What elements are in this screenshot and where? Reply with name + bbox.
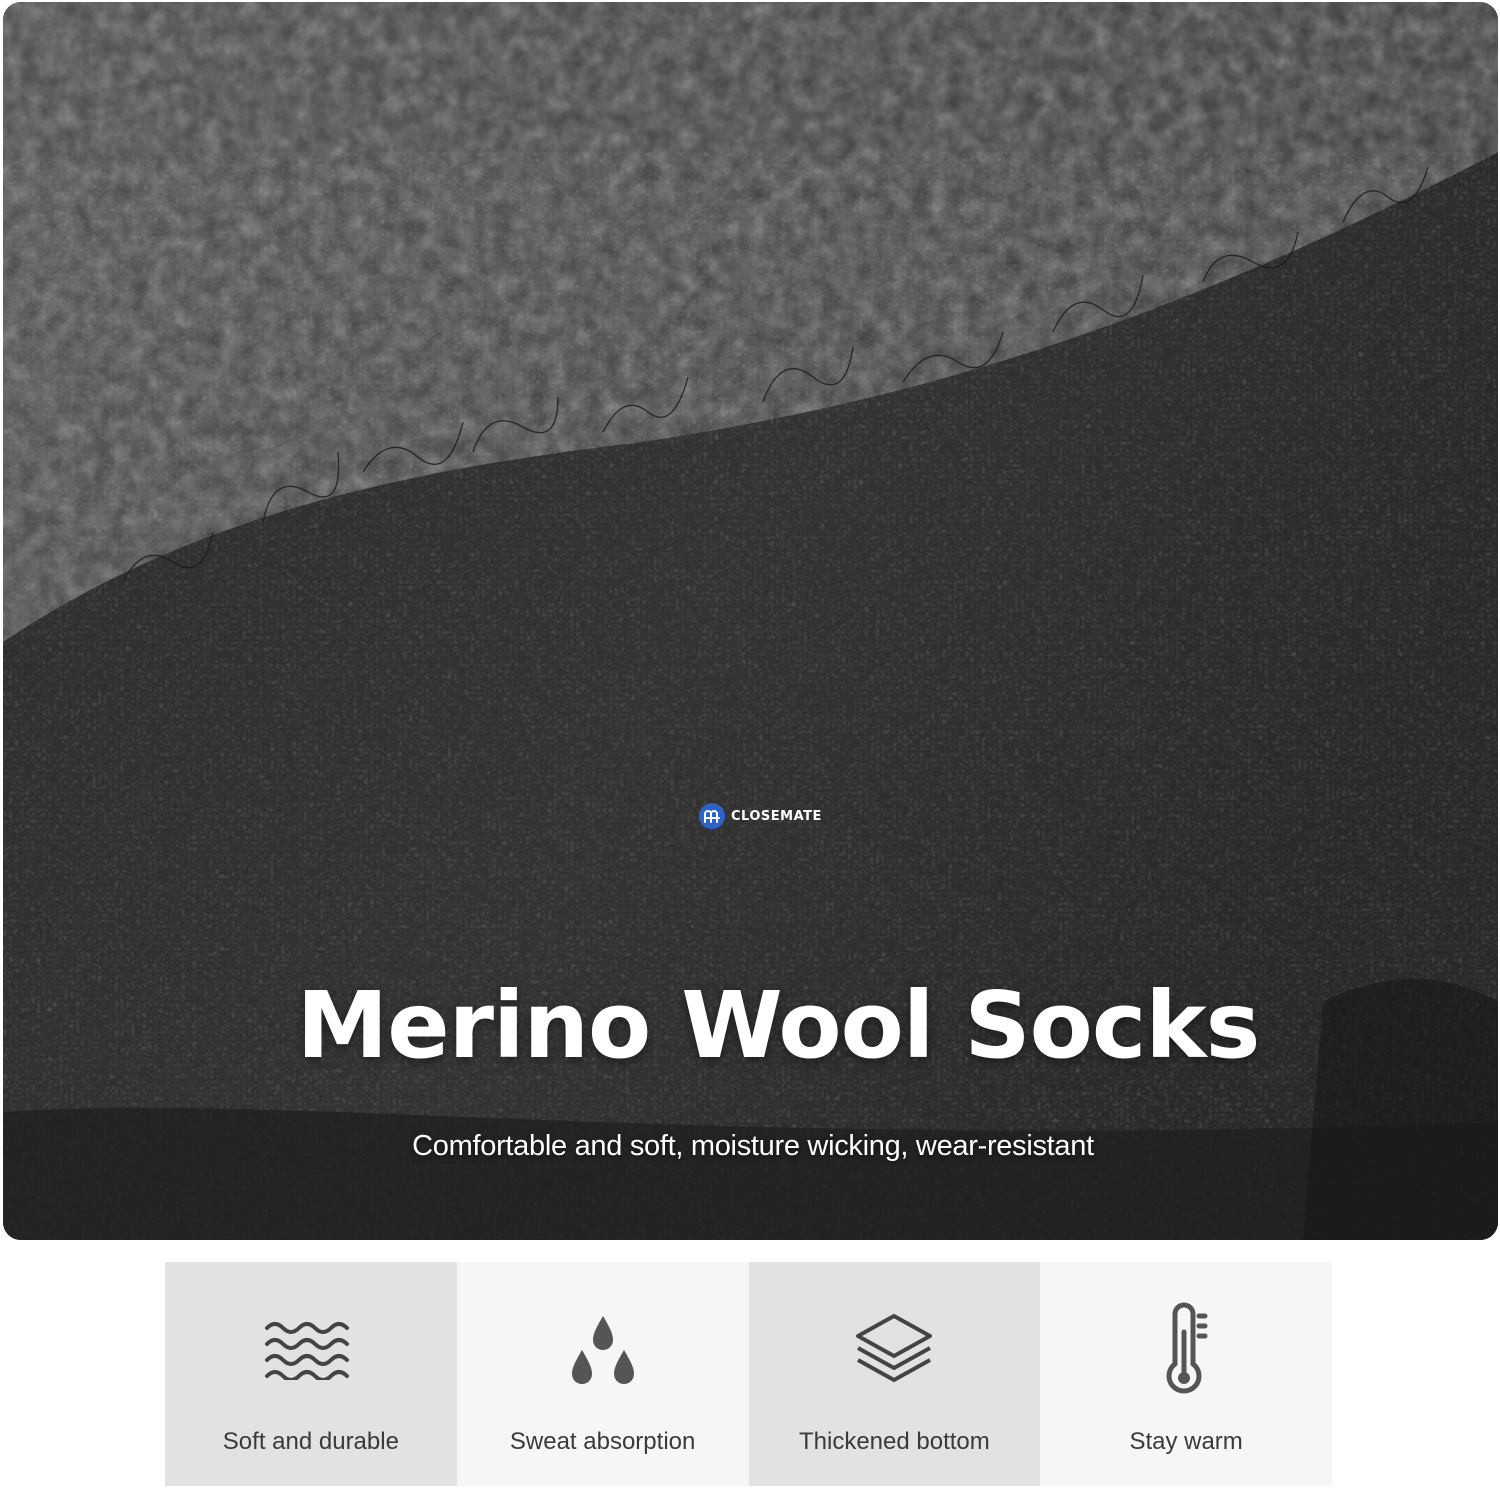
hero-title: Merino Wool Socks <box>296 972 1261 1079</box>
feature-stay-warm: Stay warm <box>1040 1262 1332 1486</box>
brand-badge: CLOSEMATE <box>697 802 828 830</box>
thermometer-icon <box>1136 1300 1236 1400</box>
feature-thickened-bottom: Thickened bottom <box>748 1262 1041 1486</box>
hero-image: CLOSEMATE Merino Wool Socks Comfortable … <box>3 2 1498 1240</box>
feature-label: Soft and durable <box>222 1428 399 1455</box>
layers-icon <box>844 1300 944 1400</box>
brand-name: CLOSEMATE <box>731 808 822 824</box>
water-drops-icon <box>553 1300 653 1400</box>
closemate-logo-icon <box>699 803 725 829</box>
feature-sweat-absorption: Sweat absorption <box>456 1262 749 1486</box>
waves-icon <box>261 1300 361 1400</box>
feature-label: Stay warm <box>1129 1428 1243 1455</box>
hero-subtitle: Comfortable and soft, moisture wicking, … <box>412 1130 1094 1162</box>
feature-strip: Soft and durable Sweat absorption Thicke… <box>165 1262 1332 1486</box>
feature-label: Thickened bottom <box>798 1428 990 1455</box>
feature-label: Sweat absorption <box>509 1428 696 1455</box>
feature-soft-durable: Soft and durable <box>165 1262 457 1486</box>
